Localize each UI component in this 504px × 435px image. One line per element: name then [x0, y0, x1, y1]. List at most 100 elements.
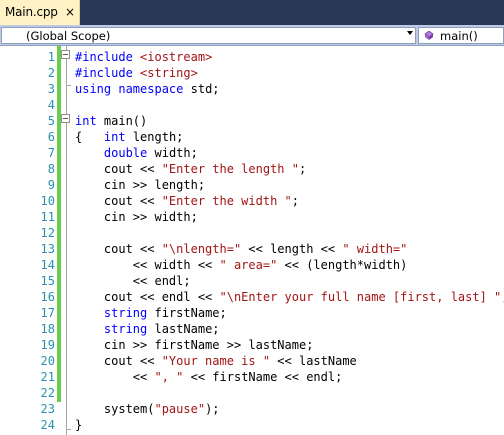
- code-line[interactable]: << width << " area=" << (length*width): [75, 257, 408, 273]
- line-number: 10: [40, 194, 55, 208]
- string-token: <string>: [140, 66, 198, 80]
- code-line[interactable]: #include <iostream>: [75, 49, 212, 65]
- string-token: " area=": [219, 258, 278, 272]
- code-line[interactable]: cout << "Enter the length ";: [75, 161, 306, 177]
- string-token: "\nEnter your full name [first, last] ": [219, 290, 502, 304]
- code-area[interactable]: #include <iostream> #include <string> usin…: [75, 46, 504, 435]
- keyword-token: string: [103, 322, 148, 336]
- line-number-gutter: 1 2 3 4 5 6 7 8 9 10 11 12 13 14 15 16 17 18 19 20 21 22 23 24: [0, 46, 55, 435]
- string-token: <iostream>: [140, 50, 213, 64]
- code-token: <<: [75, 370, 155, 384]
- keyword-token: namespace: [118, 82, 184, 96]
- code-token: cin >> width;: [75, 210, 198, 224]
- code-line[interactable]: cout << endl << "\nEnter your full name …: [75, 289, 504, 305]
- code-line[interactable]: #include <string>: [75, 65, 198, 81]
- code-line[interactable]: cout << "Your name is " << lastName: [75, 353, 357, 369]
- line-number: 13: [40, 242, 55, 256]
- close-icon[interactable]: ×: [63, 4, 77, 20]
- line-number: 16: [40, 290, 55, 304]
- method-icon: [424, 31, 434, 40]
- line-number: 14: [40, 258, 55, 272]
- code-token: length;: [125, 130, 184, 144]
- string-token: "Enter the width ": [161, 194, 292, 208]
- line-number: 7: [47, 146, 55, 160]
- line-number: 19: [40, 338, 55, 352]
- code-line[interactable]: cout << "Enter the width ";: [75, 193, 299, 209]
- code-line[interactable]: << ", " << firstName << endl;: [75, 369, 343, 385]
- code-token: width;: [147, 146, 198, 160]
- code-token: system(: [75, 402, 155, 416]
- fold-end-marker: [66, 85, 71, 86]
- code-line[interactable]: double width;: [75, 145, 198, 161]
- code-token: ;: [291, 194, 299, 208]
- document-tab-bar: Main.cpp ×: [0, 0, 504, 25]
- chevron-down-icon[interactable]: [407, 31, 413, 35]
- code-line[interactable]: string firstName;: [75, 305, 227, 321]
- line-number: 23: [40, 402, 55, 416]
- line-number: 21: [40, 370, 55, 384]
- collapse-main-icon[interactable]: [61, 114, 70, 123]
- member-label: main(): [440, 29, 478, 43]
- code-line[interactable]: system("pause");: [75, 401, 220, 417]
- fold-end-marker: [66, 429, 71, 430]
- code-token: << lastName: [270, 354, 357, 368]
- code-line[interactable]: using namespace std;: [75, 81, 220, 97]
- code-token: main(): [96, 114, 148, 128]
- code-line[interactable]: cin >> length;: [75, 177, 205, 193]
- scope-dropdown[interactable]: (Global Scope): [1, 27, 416, 44]
- line-number: 3: [47, 82, 55, 96]
- code-token: cin >> length;: [75, 178, 206, 192]
- line-number: 24: [40, 418, 55, 432]
- code-token: << (length*width): [277, 258, 408, 272]
- code-token: << width <<: [75, 258, 220, 272]
- code-token: cout << endl <<: [75, 290, 220, 304]
- code-token: cout <<: [75, 354, 162, 368]
- line-number: 18: [40, 322, 55, 336]
- code-token: lastName;: [147, 322, 220, 336]
- string-token: "\nlength=": [161, 242, 242, 256]
- keyword-token: int: [75, 114, 97, 128]
- collapse-includes-icon[interactable]: [61, 50, 70, 59]
- code-editor[interactable]: 1 2 3 4 5 6 7 8 9 10 11 12 13 14 15 16 17 18 19 20 21 22 23 24 …: [0, 46, 504, 435]
- code-line[interactable]: string lastName;: [75, 321, 220, 337]
- line-number: 6: [47, 130, 55, 144]
- code-line[interactable]: cout << "\nlength=" << length << " width…: [75, 241, 407, 257]
- scope-label: (Global Scope): [26, 29, 111, 43]
- code-token: std;: [183, 82, 220, 96]
- member-dropdown[interactable]: main(): [418, 27, 504, 44]
- line-number: 2: [47, 66, 55, 80]
- code-line[interactable]: }: [75, 417, 82, 433]
- line-number: 5: [47, 114, 55, 128]
- code-line[interactable]: cin >> firstName >> lastName;: [75, 337, 314, 353]
- line-number: 22: [40, 386, 55, 400]
- code-line[interactable]: cin >> width;: [75, 209, 198, 225]
- string-token: " width=": [342, 242, 408, 256]
- code-token: );: [205, 402, 220, 416]
- code-line[interactable]: { int length;: [75, 129, 183, 145]
- code-token: << length <<: [241, 242, 343, 256]
- code-token: << firstName << endl;: [183, 370, 343, 384]
- line-number: 20: [40, 354, 55, 368]
- string-token: "Enter the length ": [161, 162, 299, 176]
- line-number: 17: [40, 306, 55, 320]
- keyword-token: using: [75, 82, 112, 96]
- code-token: cout <<: [75, 162, 162, 176]
- string-token: "Your name is ": [161, 354, 271, 368]
- code-token: }: [75, 418, 83, 432]
- code-token: << endl;: [75, 274, 191, 288]
- string-token: "pause": [154, 402, 206, 416]
- code-token: cout <<: [75, 194, 162, 208]
- navigation-bar: (Global Scope) main(): [0, 25, 504, 46]
- tab-main-cpp[interactable]: Main.cpp ×: [0, 0, 80, 25]
- line-number: 4: [47, 98, 55, 112]
- change-tracking-bar: [57, 46, 61, 402]
- directive-token: #include: [75, 66, 141, 80]
- keyword-token: double: [103, 146, 148, 160]
- keyword-token: int: [103, 130, 126, 144]
- code-line[interactable]: int main(): [75, 113, 147, 129]
- code-line[interactable]: << endl;: [75, 273, 191, 289]
- code-token: {: [75, 130, 104, 144]
